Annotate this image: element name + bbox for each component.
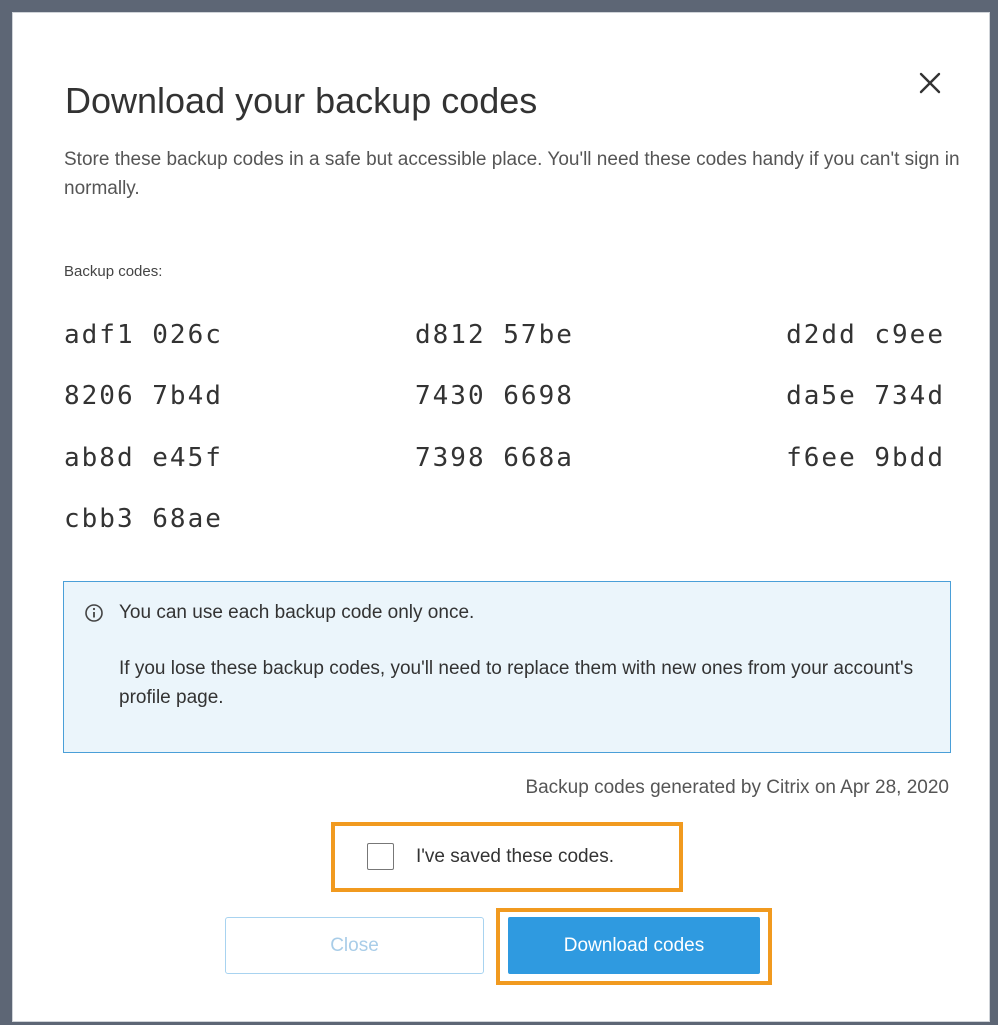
info-text-replace: If you lose these backup codes, you'll n… — [119, 658, 914, 708]
saved-codes-checkbox-row[interactable]: I've saved these codes. — [331, 822, 683, 892]
info-icon — [84, 603, 104, 623]
info-notice: You can use each backup code only once. … — [63, 581, 951, 753]
info-text-once: You can use each backup code only once. — [119, 602, 475, 623]
backup-code: 7430 6698 — [415, 381, 574, 411]
dialog-description: Store these backup codes in a safe but a… — [64, 149, 960, 199]
saved-codes-label: I've saved these codes. — [416, 846, 614, 867]
backup-code: da5e 734d — [786, 381, 945, 411]
backup-code: d2dd c9ee — [786, 320, 945, 350]
backup-code: ab8d e45f — [64, 443, 223, 473]
backup-code: d812 57be — [415, 320, 574, 350]
close-icon[interactable] — [913, 66, 947, 100]
saved-codes-checkbox[interactable] — [367, 843, 394, 870]
generated-by-text: Backup codes generated by Citrix on Apr … — [525, 777, 949, 798]
backup-codes-label: Backup codes: — [64, 263, 163, 280]
backup-code: adf1 026c — [64, 320, 223, 350]
download-codes-button[interactable]: Download codes — [508, 917, 760, 974]
dialog-title: Download your backup codes — [65, 80, 538, 121]
backup-code: 7398 668a — [415, 443, 574, 473]
download-button-highlight: Download codes — [496, 908, 772, 985]
backup-codes-dialog: Download your backup codes Store these b… — [12, 12, 990, 1022]
backup-code: cbb3 68ae — [64, 504, 223, 534]
backup-code: f6ee 9bdd — [786, 443, 945, 473]
backup-code: 8206 7b4d — [64, 381, 223, 411]
close-button[interactable]: Close — [225, 917, 484, 974]
